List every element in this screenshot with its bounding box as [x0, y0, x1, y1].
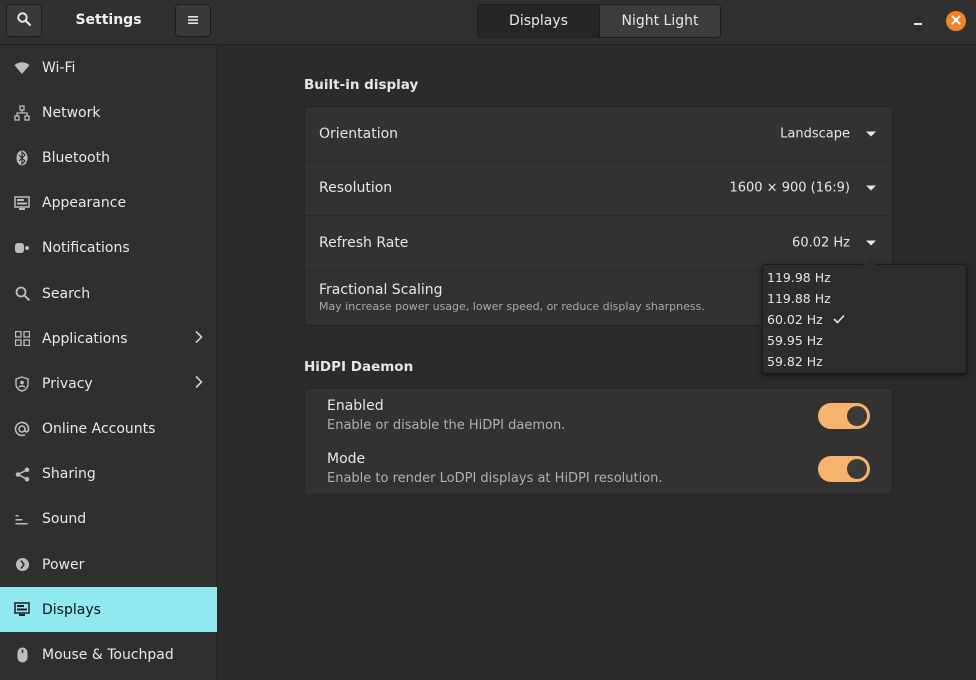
sidebar-item-label: Sharing — [42, 466, 96, 483]
minimize-button[interactable] — [908, 12, 928, 32]
sidebar-item-label: Online Accounts — [42, 421, 156, 438]
menu-button[interactable] — [175, 4, 211, 37]
hidpi-mode-switch[interactable] — [818, 455, 870, 482]
search-icon — [17, 11, 31, 30]
network-icon — [13, 104, 31, 122]
applications-icon — [13, 330, 31, 348]
sidebar-nav: Wi-Fi Network Bluetooth Appearance Notif… — [0, 45, 217, 678]
sidebar-item-online-accounts[interactable]: Online Accounts — [0, 407, 217, 452]
displays-icon — [13, 601, 31, 619]
refresh-rate-row[interactable]: Refresh Rate 60.02 Hz — [305, 216, 892, 271]
hidpi-mode-row: Mode Enable to render LoDPI displays at … — [305, 442, 892, 495]
switch-knob — [847, 405, 867, 426]
refresh-option-label: 59.82 Hz — [767, 354, 823, 369]
hamburger-icon — [188, 13, 198, 29]
sidebar-item-label: Search — [42, 285, 91, 302]
close-button[interactable] — [946, 11, 966, 31]
wifi-icon — [13, 59, 31, 77]
hidpi-mode-description: Enable to render LoDPI displays at HiDPI… — [327, 471, 663, 486]
sidebar-item-network[interactable]: Network — [0, 90, 217, 135]
sidebar-item-label: Displays — [42, 601, 101, 618]
sidebar-item-sharing[interactable]: Sharing — [0, 452, 217, 497]
appearance-icon — [13, 194, 31, 212]
resolution-row[interactable]: Resolution 1600 × 900 (16:9) — [305, 162, 892, 216]
resolution-value: 1600 × 900 (16:9) — [729, 180, 850, 196]
sidebar-item-label: Sound — [42, 511, 87, 528]
privacy-icon — [13, 375, 31, 393]
orientation-label: Orientation — [319, 125, 399, 142]
hidpi-daemon-card: Enabled Enable or disable the HiDPI daem… — [304, 388, 893, 495]
dropdown-arrow-icon — [866, 240, 876, 246]
refresh-option[interactable]: 59.95 Hz — [763, 330, 966, 351]
refresh-option[interactable]: 59.82 Hz — [763, 351, 966, 372]
sidebar-item-label: Wi-Fi — [42, 59, 76, 76]
online-accounts-icon — [13, 420, 31, 438]
close-icon — [951, 13, 961, 29]
sidebar-item-label: Mouse & Touchpad — [42, 647, 174, 664]
resolution-label: Resolution — [319, 180, 393, 197]
dropdown-arrow-icon — [866, 131, 876, 137]
sidebar-item-label: Network — [42, 104, 101, 121]
view-switcher: Displays Night Light — [477, 4, 721, 38]
fractional-scaling-label: Fractional Scaling — [319, 282, 443, 299]
orientation-row[interactable]: Orientation Landscape — [305, 107, 892, 162]
sidebar-item-label: Power — [42, 556, 85, 573]
tab-displays[interactable]: Displays — [478, 5, 599, 37]
refresh-rate-label: Refresh Rate — [319, 234, 409, 251]
sidebar-item-bluetooth[interactable]: Bluetooth — [0, 135, 217, 180]
sidebar-item-label: Privacy — [42, 375, 93, 392]
hidpi-enabled-switch[interactable] — [818, 402, 870, 429]
refresh-option[interactable]: 119.98 Hz — [763, 267, 966, 288]
app-title: Settings — [75, 12, 142, 28]
hidpi-enabled-label: Enabled — [327, 398, 384, 414]
sidebar: Settings Wi-Fi Network Bluetooth Appeara… — [0, 0, 217, 680]
refresh-rate-popover: 119.98 Hz 119.88 Hz 60.02 Hz 59.95 Hz 59… — [762, 258, 967, 374]
orientation-value: Landscape — [780, 126, 850, 142]
refresh-option-selected[interactable]: 60.02 Hz — [763, 309, 966, 330]
sharing-icon — [13, 465, 31, 483]
minimize-icon — [913, 14, 923, 30]
sidebar-item-displays[interactable]: Displays — [0, 587, 217, 633]
switch-knob — [847, 458, 867, 479]
refresh-option-label: 60.02 Hz — [767, 312, 823, 327]
sidebar-item-applications[interactable]: Applications — [0, 316, 217, 361]
sidebar-item-label: Notifications — [42, 240, 130, 257]
hidpi-enabled-row: Enabled Enable or disable the HiDPI daem… — [305, 389, 892, 442]
search-icon — [13, 285, 31, 303]
sidebar-item-label: Appearance — [42, 195, 127, 212]
bluetooth-icon — [13, 149, 31, 167]
sound-icon — [13, 510, 31, 528]
hidpi-daemon-heading: HiDPI Daemon — [304, 359, 414, 375]
dropdown-arrow-icon — [866, 185, 876, 191]
sidebar-item-appearance[interactable]: Appearance — [0, 181, 217, 226]
header-bar: Displays Night Light — [218, 0, 976, 45]
sidebar-item-label: Bluetooth — [42, 149, 110, 166]
hidpi-mode-label: Mode — [327, 451, 366, 467]
sidebar-item-mouse-touchpad[interactable]: Mouse & Touchpad — [0, 632, 217, 677]
refresh-option-label: 59.95 Hz — [767, 333, 823, 348]
sidebar-header: Settings — [0, 0, 217, 45]
fractional-scaling-description: May increase power usage, lower speed, o… — [319, 300, 705, 314]
chevron-right-icon — [195, 375, 203, 392]
tab-night-light[interactable]: Night Light — [599, 5, 720, 37]
power-icon — [13, 556, 31, 574]
search-button[interactable] — [6, 4, 42, 37]
mouse-icon — [13, 646, 31, 664]
refresh-rate-value: 60.02 Hz — [792, 235, 850, 251]
refresh-option[interactable]: 119.88 Hz — [763, 288, 966, 309]
chevron-right-icon — [195, 330, 203, 347]
hidpi-enabled-description: Enable or disable the HiDPI daemon. — [327, 418, 566, 433]
sidebar-item-search[interactable]: Search — [0, 271, 217, 316]
builtin-display-heading: Built-in display — [304, 77, 419, 93]
sidebar-item-privacy[interactable]: Privacy — [0, 361, 217, 406]
sidebar-item-power[interactable]: Power — [0, 542, 217, 587]
checkmark-icon — [833, 312, 845, 327]
sidebar-item-wifi[interactable]: Wi-Fi — [0, 45, 217, 90]
sidebar-item-label: Applications — [42, 330, 128, 347]
refresh-option-label: 119.88 Hz — [767, 291, 831, 306]
sidebar-item-sound[interactable]: Sound — [0, 497, 217, 542]
refresh-option-label: 119.98 Hz — [767, 270, 831, 285]
sidebar-item-notifications[interactable]: Notifications — [0, 226, 217, 271]
notifications-icon — [13, 239, 31, 257]
